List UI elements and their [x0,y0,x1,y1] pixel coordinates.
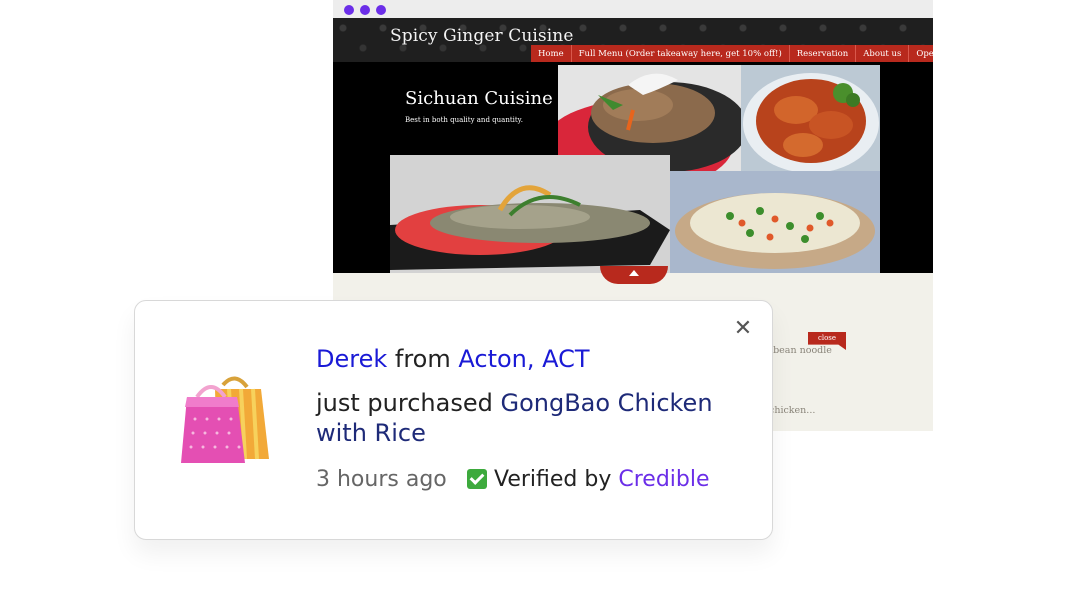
buyer-name[interactable]: Derek [316,345,387,373]
banner-title: Sichuan Cuisine [405,88,553,109]
action-text: just purchased [316,389,493,417]
close-icon[interactable]: ✕ [731,317,755,341]
site-header: Spicy Ginger Cuisine Home Full Menu (Ord… [333,18,933,64]
menu-item-partial-2: chicken... [769,405,816,416]
banner-subtitle: Best in both quality and quantity. [405,116,523,124]
banner-toggle-tab[interactable] [600,266,668,284]
window-titlebar [333,0,933,18]
food-photo-prawns [741,65,880,171]
checkmark-icon [467,469,487,489]
menu-item-partial-1: g bean noodle [764,345,832,356]
purchase-notification-card[interactable]: ✕ Derek from Acton, ACT just purchased G [134,300,773,540]
product-name-line2[interactable]: with Rice [316,419,426,447]
verified-badge: Verified by Credible [467,467,710,492]
window-dot-maximize[interactable] [376,5,386,15]
shopping-bags-icon [177,373,273,469]
from-text: from [394,345,451,373]
purchase-line: just purchased GongBao Chicken [316,389,713,417]
hero-banner: Sichuan Cuisine Best in both quality and… [333,62,933,273]
verified-label: Verified by [494,467,612,492]
purchase-line-2: with Rice [316,419,426,447]
credible-link[interactable]: Credible [618,467,709,492]
food-photo-tofu [670,171,880,273]
time-ago: 3 hours ago [316,467,447,492]
product-name-line1[interactable]: GongBao Chicken [500,389,712,417]
site-title[interactable]: Spicy Ginger Cuisine [390,26,574,46]
window-dot-minimize[interactable] [360,5,370,15]
food-photo-fish [390,155,670,273]
window-dot-close[interactable] [344,5,354,15]
buyer-line: Derek from Acton, ACT [316,345,590,373]
buyer-location[interactable]: Acton, ACT [458,345,589,373]
